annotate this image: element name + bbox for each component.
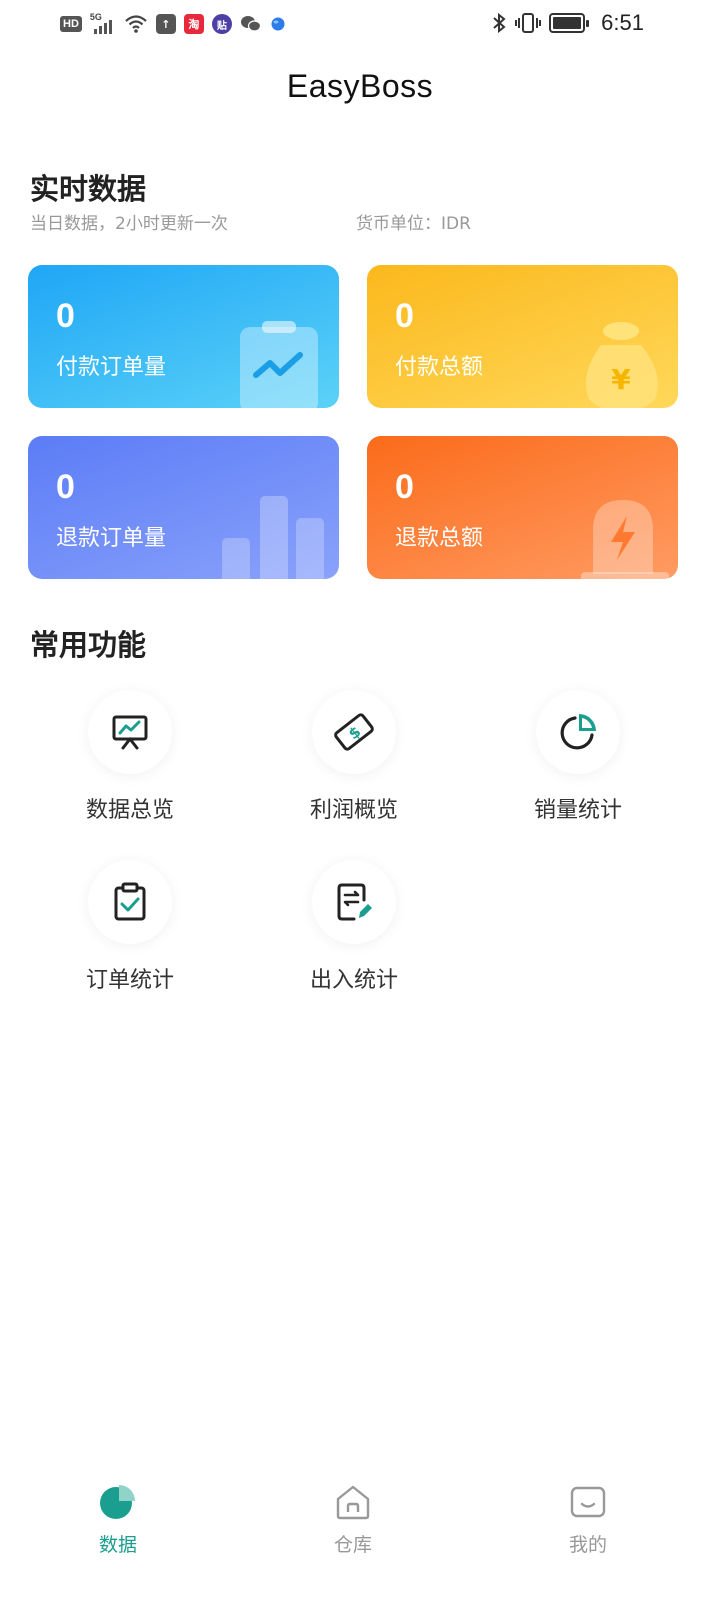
function-label: 利润概览	[309, 798, 398, 823]
wifi-icon	[125, 15, 147, 33]
function-label: 数据总览	[85, 798, 174, 823]
presentation-chart-icon	[112, 715, 148, 750]
browser-icon	[271, 17, 285, 31]
refund-amount-card[interactable]: 0 退款总额	[367, 436, 678, 579]
profile-icon	[570, 1486, 606, 1518]
card-value: 0	[56, 297, 75, 335]
card-value: 0	[395, 297, 414, 335]
pie-chart-icon	[560, 714, 596, 750]
bluetooth-icon	[493, 12, 506, 34]
tab-label: 数据	[98, 1534, 137, 1556]
money-bag-icon: ¥	[586, 322, 658, 408]
order-stats-button[interactable]: 订单统计	[30, 860, 230, 994]
tieba-icon: 贴	[211, 14, 232, 34]
vibrate-icon	[515, 13, 542, 33]
tab-label: 仓库	[333, 1534, 372, 1556]
pie-chart-icon	[100, 1485, 135, 1519]
wechat-icon	[240, 16, 261, 32]
currency-unit: 货币单位：IDR	[356, 214, 471, 234]
status-bar: HD 5G ↑ 淘 贴 6:51	[0, 0, 720, 48]
tab-warehouse[interactable]: 仓库	[283, 1482, 423, 1557]
paid-orders-card[interactable]: 0 付款订单量	[28, 265, 339, 408]
bar-columns-icon	[222, 496, 324, 579]
hd-indicator: HD	[60, 16, 82, 32]
refund-orders-card[interactable]: 0 退款订单量	[28, 436, 339, 579]
tab-mine[interactable]: 我的	[518, 1482, 658, 1557]
realtime-section-title: 实时数据	[30, 172, 147, 206]
sales-stats-button[interactable]: 销量统计	[478, 690, 678, 824]
card-label: 退款总额	[395, 526, 484, 551]
card-label: 退款订单量	[56, 526, 167, 551]
function-label: 出入统计	[309, 968, 398, 993]
upload-icon: ↑	[155, 14, 176, 34]
card-label: 付款订单量	[56, 355, 167, 380]
lightning-badge-icon	[581, 500, 669, 579]
function-label: 销量统计	[533, 798, 622, 823]
tab-label: 我的	[568, 1534, 607, 1556]
warehouse-icon	[336, 1485, 370, 1520]
taobao-icon: 淘	[183, 14, 204, 34]
data-overview-button[interactable]: 数据总览	[30, 690, 230, 824]
clock: 6:51	[601, 10, 644, 35]
card-value: 0	[56, 468, 75, 506]
paid-amount-card[interactable]: 0 付款总额 ¥	[367, 265, 678, 408]
page-title: EasyBoss	[286, 68, 434, 104]
tab-data[interactable]: 数据	[48, 1482, 188, 1557]
battery-icon	[549, 13, 590, 33]
card-label: 付款总额	[395, 355, 484, 380]
inout-stats-button[interactable]: 出入统计	[254, 860, 454, 994]
bottom-nav: 数据 仓库 我的	[0, 1470, 720, 1600]
clipboard-chart-icon	[240, 321, 318, 408]
signal-icon: 5G	[90, 12, 116, 36]
functions-section-title: 常用功能	[30, 628, 147, 662]
document-edit-icon	[337, 883, 372, 921]
card-value: 0	[395, 468, 414, 506]
profit-overview-button[interactable]: $ 利润概览	[254, 690, 454, 824]
function-label: 订单统计	[85, 968, 174, 993]
update-note: 当日数据，2小时更新一次	[30, 214, 228, 234]
clipboard-check-icon	[114, 882, 146, 921]
money-bill-icon: $	[334, 713, 374, 751]
svg-text:¥: ¥	[611, 363, 631, 396]
